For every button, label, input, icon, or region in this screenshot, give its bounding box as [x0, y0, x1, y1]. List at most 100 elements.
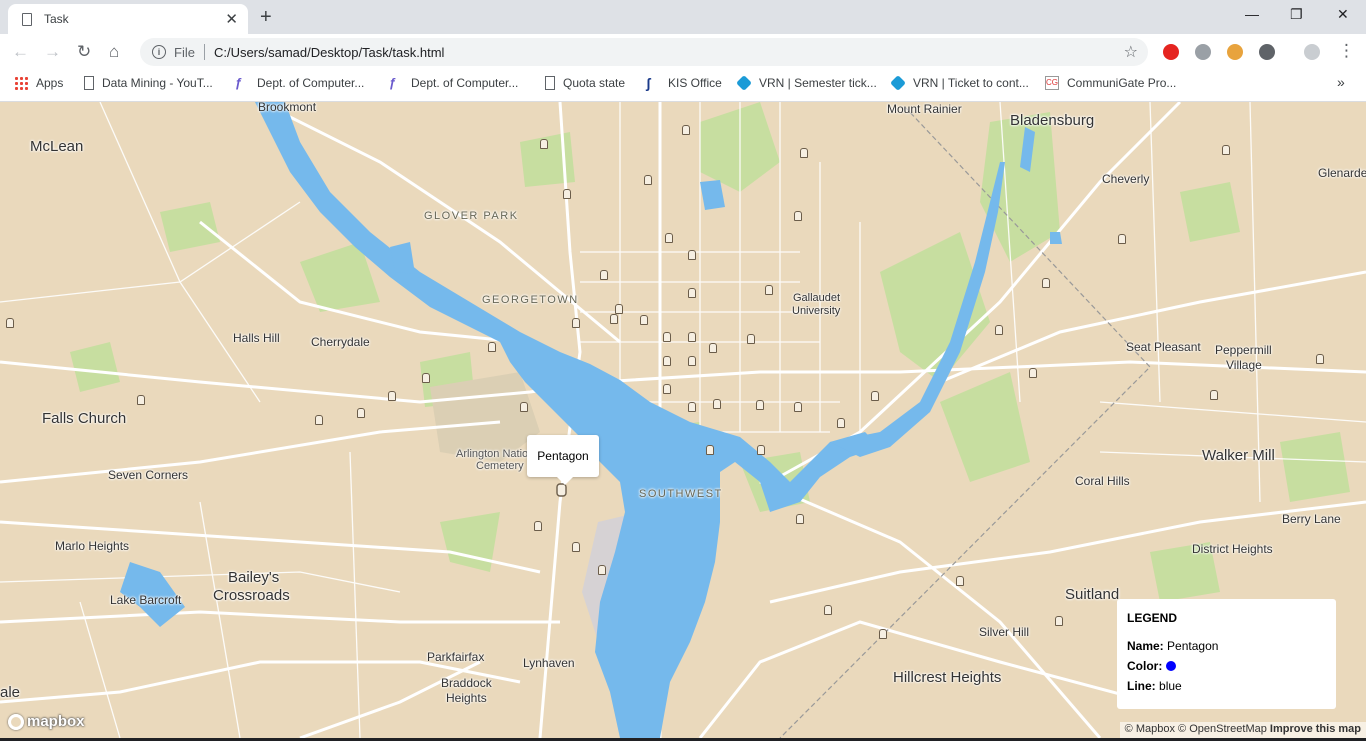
metro-station-icon: [713, 399, 721, 409]
back-icon[interactable]: ←: [12, 42, 29, 62]
place-label: Seat Pleasant: [1126, 340, 1201, 354]
minimize-icon[interactable]: —: [1245, 6, 1259, 22]
place-label: Glenarde: [1318, 166, 1366, 180]
metro-station-icon: [956, 576, 964, 586]
profile-avatar-icon[interactable]: [1304, 44, 1320, 60]
popup-label: Pentagon: [537, 449, 589, 463]
url-text[interactable]: C:/Users/samad/Desktop/Task/task.html: [214, 45, 444, 60]
tab-close-icon[interactable]: ✕: [225, 10, 238, 28]
place-label: Brookmont: [258, 102, 317, 114]
metro-station-icon: [688, 402, 696, 412]
metro-station-icon: [757, 445, 765, 455]
place-label: Cherrydale: [311, 335, 370, 349]
vrn-icon: [736, 75, 752, 91]
metro-station-icon: [794, 211, 802, 221]
metro-station-icon: [688, 332, 696, 342]
metro-station-icon: [315, 415, 323, 425]
url-scheme: File: [174, 44, 195, 60]
metro-station-icon: [663, 384, 671, 394]
university-icon: ƒ: [235, 75, 243, 90]
page-icon: [84, 76, 94, 90]
map-canvas[interactable]: McLean Brookmont Mount Rainier Bladensbu…: [0, 102, 1366, 738]
metro-station-icon: [1316, 354, 1324, 364]
place-label: Halls Hill: [233, 331, 280, 345]
place-label: Walker Mill: [1202, 447, 1275, 464]
url-separator: [203, 44, 205, 60]
place-label: ale: [0, 684, 21, 701]
osm-attribution-link[interactable]: © OpenStreetMap: [1178, 723, 1267, 735]
place-label: Marlo Heights: [55, 539, 130, 553]
improve-map-link[interactable]: Improve this map: [1270, 723, 1361, 735]
metro-station-icon: [688, 288, 696, 298]
bookmark-quota-state[interactable]: Quota state: [545, 76, 625, 90]
mapbox-attribution-link[interactable]: © Mapbox: [1125, 723, 1175, 735]
map-popup[interactable]: Pentagon: [527, 435, 599, 485]
metro-station-icon: [520, 402, 528, 412]
kis-icon: ʃ: [646, 75, 651, 91]
metro-station-icon: [747, 334, 755, 344]
neighborhood-label: SOUTHWEST: [639, 488, 723, 500]
metro-station-icon: [756, 400, 764, 410]
extension-icon[interactable]: [1259, 44, 1275, 60]
metro-station-icon: [488, 342, 496, 352]
bookmark-data-mining[interactable]: Data Mining - YouT...: [84, 76, 213, 90]
place-label: Bladensburg: [1010, 112, 1095, 129]
address-bar[interactable]: i File C:/Users/samad/Desktop/Task/task.…: [140, 38, 1148, 66]
metro-station-icon: [1029, 368, 1037, 378]
metro-station-icon: [794, 402, 802, 412]
university-icon: ƒ: [389, 75, 397, 90]
metro-station-icon: [534, 521, 542, 531]
legend-line-row: Line: blue: [1127, 679, 1182, 693]
bookmark-kis-office[interactable]: ʃ KIS Office: [646, 76, 722, 90]
browser-tab[interactable]: Task ✕: [8, 4, 248, 34]
restore-icon[interactable]: ❐: [1290, 6, 1303, 23]
close-window-icon[interactable]: ✕: [1337, 6, 1349, 23]
metro-station-icon: [598, 565, 606, 575]
communigate-icon: CG: [1045, 76, 1059, 90]
home-icon[interactable]: ⌂: [109, 42, 119, 62]
opera-extension-icon[interactable]: [1163, 44, 1179, 60]
metro-station-icon: [422, 373, 430, 383]
metro-station-icon: [682, 125, 690, 135]
legend-panel: LEGEND Name: Pentagon Color: Line: blue: [1117, 599, 1336, 709]
reload-icon[interactable]: ↻: [77, 42, 91, 62]
place-label: Falls Church: [42, 410, 127, 427]
info-icon[interactable]: i: [152, 45, 166, 59]
metro-station-icon: [688, 250, 696, 260]
browser-title-bar: Task ✕ + — ❐ ✕: [0, 0, 1366, 34]
bookmark-apps[interactable]: Apps: [14, 76, 63, 90]
place-label: Suitland: [1065, 586, 1120, 603]
place-label: Heights: [446, 691, 487, 705]
water-bodies: [120, 102, 1062, 738]
metro-station-icon: [688, 356, 696, 366]
pentagon-marker[interactable]: [556, 483, 567, 497]
browser-toolbar: ← → ↻ ⌂ i File C:/Users/samad/Desktop/Ta…: [0, 34, 1366, 70]
place-label: Seven Corners: [108, 468, 189, 482]
place-label: Silver Hill: [979, 625, 1030, 639]
metro-station-icon: [800, 148, 808, 158]
bookmark-vrn-semester[interactable]: VRN | Semester tick...: [736, 75, 877, 91]
owl-extension-icon[interactable]: [1227, 44, 1243, 60]
menu-kebab-icon[interactable]: ⋮: [1338, 41, 1355, 61]
mapbox-logo[interactable]: mapbox: [8, 713, 85, 730]
bookmark-dept-2[interactable]: ƒ Dept. of Computer...: [389, 75, 518, 91]
place-label: Peppermill: [1215, 343, 1272, 357]
globe-extension-icon[interactable]: [1195, 44, 1211, 60]
place-label: University: [792, 305, 841, 317]
bookmark-dept-1[interactable]: ƒ Dept. of Computer...: [235, 75, 364, 91]
metro-station-icon: [1042, 278, 1050, 288]
place-label: Berry Lane: [1282, 512, 1341, 526]
metro-station-icon: [1222, 145, 1230, 155]
place-label: Bailey's: [228, 569, 280, 586]
forward-icon[interactable]: →: [44, 42, 61, 62]
metro-station-icon: [640, 315, 648, 325]
new-tab-button[interactable]: +: [260, 6, 272, 29]
bookmark-communigate[interactable]: CG CommuniGate Pro...: [1045, 76, 1176, 90]
bookmark-star-icon[interactable]: ☆: [1124, 42, 1138, 62]
place-label: Mount Rainier: [887, 102, 962, 116]
metro-station-icon: [879, 629, 887, 639]
bookmark-vrn-ticket[interactable]: VRN | Ticket to cont...: [890, 75, 1029, 91]
apps-grid-icon: [14, 76, 28, 90]
metro-station-icon: [610, 314, 618, 324]
more-bookmarks-button[interactable]: »: [1337, 74, 1345, 90]
